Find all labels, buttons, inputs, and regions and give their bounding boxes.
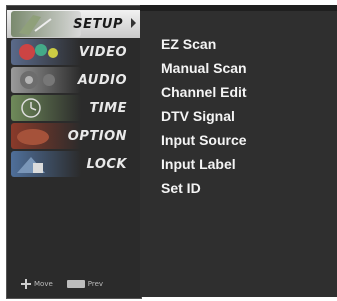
submenu-list: EZ Scan Manual Scan Channel Edit DTV Sig… bbox=[161, 33, 247, 201]
submenu-item-channel-edit[interactable]: Channel Edit bbox=[161, 81, 247, 104]
menu-item-audio[interactable]: AUDIO bbox=[7, 66, 141, 94]
menu-label: LOCK bbox=[86, 156, 127, 172]
chevron-right-icon bbox=[131, 18, 136, 28]
main-menu: SETUP VIDEO AUDIO TIME OPTION LOCK Move … bbox=[6, 5, 142, 299]
lock-icon bbox=[11, 151, 81, 177]
submenu-item-set-id[interactable]: Set ID bbox=[161, 177, 247, 200]
move-label: Move bbox=[34, 280, 53, 288]
submenu-item-input-label[interactable]: Input Label bbox=[161, 153, 247, 176]
menu-button-icon bbox=[66, 280, 85, 288]
menu-label: OPTION bbox=[67, 128, 127, 144]
audio-icon bbox=[11, 67, 81, 93]
setup-icon bbox=[11, 11, 81, 37]
menu-item-time[interactable]: TIME bbox=[7, 94, 141, 122]
submenu-panel: EZ Scan Manual Scan Channel Edit DTV Sig… bbox=[140, 5, 337, 297]
menu-label: SETUP bbox=[73, 16, 123, 32]
menu-label: AUDIO bbox=[77, 72, 127, 88]
panel-topbar bbox=[140, 5, 337, 11]
menu-item-video[interactable]: VIDEO bbox=[7, 38, 141, 66]
submenu-item-dtv-signal[interactable]: DTV Signal bbox=[161, 105, 247, 128]
time-icon bbox=[11, 95, 81, 121]
menu-item-option[interactable]: OPTION bbox=[7, 122, 141, 150]
menu-item-lock[interactable]: LOCK bbox=[7, 150, 141, 178]
submenu-item-ez-scan[interactable]: EZ Scan bbox=[161, 33, 247, 56]
tv-osd: SETUP VIDEO AUDIO TIME OPTION LOCK Move … bbox=[0, 0, 337, 301]
submenu-item-manual-scan[interactable]: Manual Scan bbox=[161, 57, 247, 80]
menu-item-setup[interactable]: SETUP bbox=[7, 10, 141, 38]
video-icon bbox=[11, 39, 81, 65]
menu-label: TIME bbox=[89, 100, 127, 116]
prev-hint: Prev bbox=[66, 280, 104, 288]
menu-label: VIDEO bbox=[78, 44, 127, 60]
footer-hints: Move Prev bbox=[13, 274, 149, 294]
prev-label: Prev bbox=[87, 280, 104, 288]
submenu-item-input-source[interactable]: Input Source bbox=[161, 129, 247, 152]
move-icon bbox=[21, 279, 31, 289]
move-hint: Move bbox=[21, 279, 53, 289]
